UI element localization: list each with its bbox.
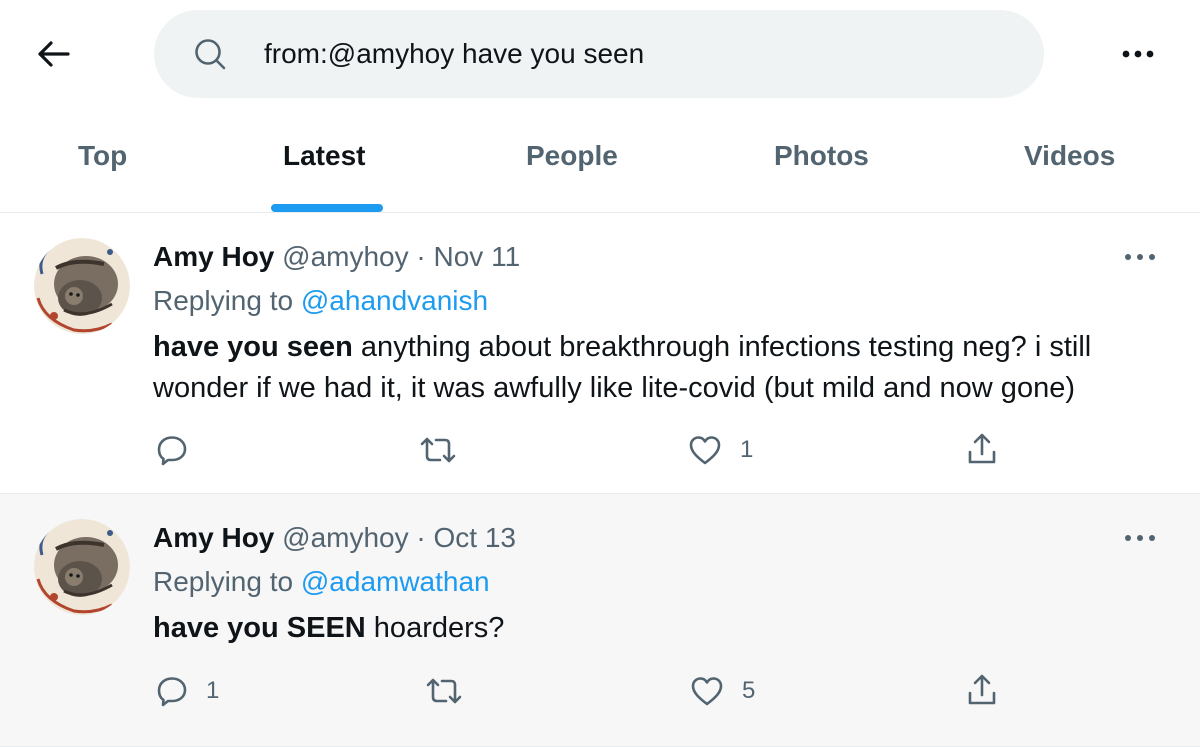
tweet-more-icon[interactable]: [1122, 524, 1158, 552]
avatar[interactable]: [34, 238, 130, 334]
active-tab-indicator: [271, 204, 383, 212]
tab-videos[interactable]: Videos: [1024, 140, 1115, 172]
avatar-image: [34, 519, 130, 615]
reply-button[interactable]: 1: [156, 675, 219, 707]
tweet-text: have you SEEN hoarders?: [153, 608, 1153, 649]
search-tabs: Top Latest People Photos Videos: [0, 112, 1200, 213]
like-count: 1: [740, 436, 754, 463]
replying-to-label: Replying to: [153, 566, 294, 597]
tweet[interactable]: Amy Hoy @amyhoy · Nov 11 Replying to @ah…: [0, 213, 1200, 494]
replying-to-label: Replying to: [153, 285, 294, 316]
like-count: 5: [742, 677, 756, 704]
avatar-image: [34, 238, 130, 334]
arrow-left-icon: [38, 41, 70, 67]
tweet-text-rest: hoarders?: [365, 612, 505, 644]
share-icon: [968, 674, 996, 705]
author-name[interactable]: Amy Hoy: [153, 241, 274, 272]
tweet-date[interactable]: Nov 11: [434, 241, 521, 272]
tweet-more-icon[interactable]: [1122, 243, 1158, 271]
share-icon: [968, 433, 996, 464]
retweet-button[interactable]: [418, 434, 476, 466]
tweet-text: have you seen anything about breakthroug…: [153, 327, 1153, 409]
replying-to-mention[interactable]: @adamwathan: [301, 566, 490, 597]
back-button[interactable]: [30, 30, 78, 78]
reply-icon: [157, 436, 187, 466]
replying-to: Replying to @ahandvanish: [153, 285, 488, 317]
meta-separator: ·: [416, 522, 426, 553]
like-button[interactable]: 1: [688, 434, 753, 466]
reply-icon: [157, 677, 187, 707]
replying-to: Replying to @adamwathan: [153, 566, 490, 598]
avatar[interactable]: [34, 519, 130, 615]
more-options-button[interactable]: [1112, 30, 1164, 78]
search-header: [0, 0, 1200, 112]
tweet-text-highlight: have you seen: [153, 331, 353, 363]
search-bar[interactable]: [154, 10, 1044, 98]
like-button[interactable]: 5: [690, 675, 755, 707]
tab-top[interactable]: Top: [78, 140, 127, 172]
retweet-icon: [420, 437, 456, 463]
ellipsis-icon: [1122, 50, 1154, 58]
replying-to-mention[interactable]: @ahandvanish: [301, 285, 488, 316]
retweet-button[interactable]: [424, 675, 482, 707]
author-name[interactable]: Amy Hoy: [153, 522, 274, 553]
share-button[interactable]: [966, 673, 998, 707]
search-input[interactable]: [264, 32, 1024, 76]
tweet-meta: Amy Hoy @amyhoy · Nov 11: [153, 241, 520, 273]
meta-separator: ·: [416, 241, 426, 272]
heart-icon: [689, 436, 721, 465]
retweet-icon: [426, 678, 462, 704]
reply-count: 1: [206, 677, 220, 704]
tweet-meta: Amy Hoy @amyhoy · Oct 13: [153, 522, 516, 554]
share-button[interactable]: [966, 432, 998, 466]
tweet-date[interactable]: Oct 13: [434, 522, 516, 553]
search-icon: [195, 39, 226, 70]
heart-icon: [691, 677, 723, 706]
tweet-text-highlight: have you SEEN: [153, 612, 366, 644]
tab-photos[interactable]: Photos: [774, 140, 869, 172]
reply-button[interactable]: [156, 434, 206, 466]
tab-people[interactable]: People: [526, 140, 618, 172]
author-handle[interactable]: @amyhoy: [282, 522, 408, 553]
author-handle[interactable]: @amyhoy: [282, 241, 408, 272]
tab-latest[interactable]: Latest: [283, 140, 365, 172]
tweet[interactable]: Amy Hoy @amyhoy · Oct 13 Replying to @ad…: [0, 494, 1200, 747]
